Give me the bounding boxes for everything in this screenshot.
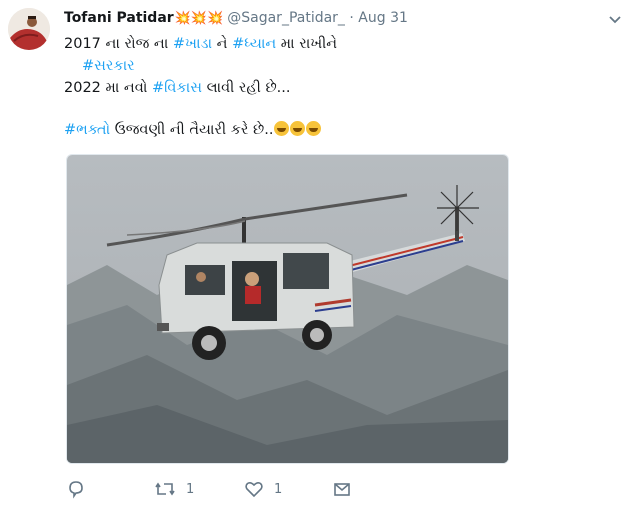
reply-icon bbox=[69, 481, 83, 499]
author-name[interactable]: Tofani Patidar bbox=[64, 10, 174, 26]
hashtag-link[interactable]: #વિકાસ bbox=[152, 80, 202, 96]
text-segment: ને bbox=[212, 36, 233, 52]
avatar[interactable] bbox=[8, 8, 50, 50]
chevron-down-icon[interactable] bbox=[608, 12, 622, 26]
like-button[interactable]: 1 bbox=[244, 478, 282, 500]
envelope-icon bbox=[334, 483, 350, 496]
tweet-line-3: 2022 મા નવો #વિકાસ લાવી રહી છે... bbox=[64, 77, 337, 99]
tweet-text: 2017 ના રોજ ના #ખાડા ને #ધ્યાન મા રાખીને… bbox=[64, 33, 337, 141]
text-segment: ઉજવણી ની તૈયારી કરે છે.. bbox=[110, 122, 274, 138]
text-segment: 2022 મા નવો bbox=[64, 80, 152, 96]
grinning-face-emoji-icon bbox=[306, 121, 322, 136]
reply-button[interactable] bbox=[66, 478, 96, 500]
grinning-face-emoji-icon bbox=[290, 121, 306, 136]
retweet-icon bbox=[155, 482, 175, 496]
tweet-photo[interactable] bbox=[66, 154, 509, 464]
grinning-face-emoji-icon bbox=[274, 121, 290, 136]
tweet-actions: 1 1 bbox=[64, 478, 464, 500]
tweet-line-1: 2017 ના રોજ ના #ખાડા ને #ધ્યાન મા રાખીને bbox=[64, 33, 337, 55]
text-segment: લાવી રહી છે... bbox=[201, 80, 291, 96]
photo-flying-van-helicopter bbox=[67, 155, 508, 463]
tweet-date[interactable]: Aug 31 bbox=[358, 10, 408, 26]
tweet: Tofani Patidar💥💥💥 @Sagar_Patidar_ · Aug 3… bbox=[0, 0, 640, 508]
hashtag-link[interactable]: #સરકાર bbox=[82, 58, 135, 74]
retweet-count: 1 bbox=[186, 481, 195, 497]
author-handle[interactable]: @Sagar_Patidar_ bbox=[227, 10, 345, 26]
hashtag-link[interactable]: #ખાડા bbox=[173, 36, 212, 52]
direct-message-button[interactable] bbox=[332, 478, 352, 500]
separator-dot: · bbox=[349, 10, 354, 26]
tweet-header: Tofani Patidar💥💥💥 @Sagar_Patidar_ · Aug 3… bbox=[64, 10, 408, 26]
retweet-button[interactable]: 1 bbox=[154, 478, 194, 500]
tweet-line-2: #સરકાર bbox=[64, 55, 337, 77]
heart-icon bbox=[245, 481, 263, 498]
text-segment: મા રાખીને bbox=[276, 36, 338, 52]
text-segment: 2017 ના રોજ ના bbox=[64, 36, 173, 52]
like-count: 1 bbox=[274, 481, 283, 497]
badge-emojis: 💥💥💥 bbox=[174, 11, 224, 26]
hashtag-link[interactable]: #ધ્યાન bbox=[232, 36, 276, 52]
tweet-line-4: #ભક્તો ઉજવણી ની તૈયારી કરે છે.. bbox=[64, 119, 337, 141]
hashtag-link[interactable]: #ભક્તો bbox=[64, 122, 110, 138]
